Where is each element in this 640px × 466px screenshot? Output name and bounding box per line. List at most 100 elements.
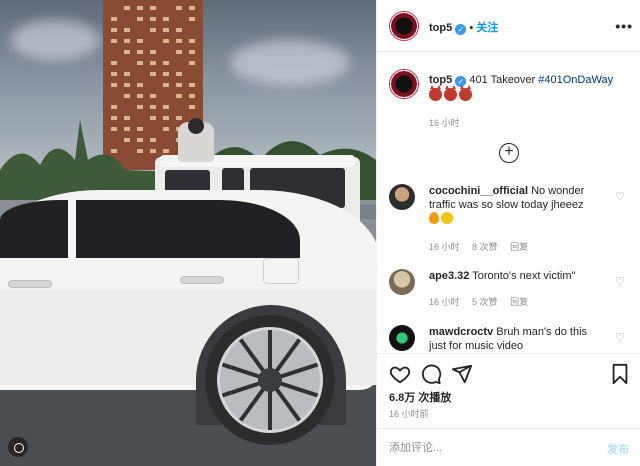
tower-window — [150, 105, 156, 109]
tower-window — [137, 61, 143, 65]
tower-window — [111, 28, 117, 32]
tower-window — [163, 39, 169, 43]
commenter-avatar[interactable] — [389, 325, 415, 351]
jeep-window — [165, 170, 210, 192]
tower-window — [137, 105, 143, 109]
tower-window — [124, 72, 130, 76]
post-header: top5 ✓ • 关注 ••• — [377, 0, 640, 52]
tower-window — [137, 94, 143, 98]
comment-like-heart-icon[interactable]: ♡ — [615, 192, 625, 203]
author-username[interactable]: top5 — [429, 22, 452, 34]
cloud — [10, 20, 100, 60]
comment-meta: 16 小时 5 次赞 回复 — [429, 295, 538, 308]
comment-reply-button[interactable]: 回复 — [510, 297, 528, 307]
comment-username[interactable]: mawdcroctv — [429, 326, 493, 338]
sedan-windows — [0, 200, 300, 258]
comment-username[interactable]: cocochini__official — [429, 185, 528, 197]
tower-window — [150, 17, 156, 21]
fire-emoji-icon — [429, 212, 439, 224]
tower-window — [189, 105, 195, 109]
author-avatar[interactable] — [389, 11, 419, 41]
comment-icon[interactable] — [420, 363, 442, 385]
paper-plane-icon[interactable] — [451, 363, 473, 385]
devil-emoji-icon — [459, 85, 472, 101]
tower-window — [176, 72, 182, 76]
comment-like-heart-icon[interactable]: ♡ — [615, 277, 625, 288]
comment-time: 16 小时 — [429, 242, 460, 252]
tower-window — [176, 83, 182, 87]
tower-window — [111, 83, 117, 87]
caption-avatar[interactable] — [389, 69, 419, 99]
comment-reply-button[interactable]: 回复 — [510, 242, 528, 252]
tower-window — [124, 6, 130, 10]
tower-window — [150, 50, 156, 54]
more-options-icon[interactable]: ••• — [615, 18, 633, 34]
comment-meta: 16 小时 8 次赞 回复 — [429, 240, 538, 253]
tower-window — [189, 39, 195, 43]
tower-window — [176, 50, 182, 54]
comment-item: cocochini__official No wonder traffic wa… — [389, 184, 629, 254]
view-count[interactable]: 6.8万 次播放 — [389, 389, 451, 405]
tower-window — [150, 61, 156, 65]
tower-window — [189, 61, 195, 65]
person-head — [188, 118, 204, 134]
tower-window — [150, 94, 156, 98]
comment-item: mawdcroctv Bruh man's do this just for m… — [389, 325, 629, 353]
comment-body: ape3.32 Toronto's next victim" — [429, 269, 607, 283]
tower-window — [150, 6, 156, 10]
tower-window — [150, 28, 156, 32]
tower-window — [137, 50, 143, 54]
tower-window — [189, 6, 195, 10]
comment-input[interactable] — [389, 441, 579, 455]
comment-username[interactable]: ape3.32 — [429, 270, 469, 282]
caption-hashtag[interactable]: #401OnDaWay — [538, 74, 613, 86]
sedan-pillar — [68, 200, 76, 258]
tower-window — [124, 94, 130, 98]
tower-window — [163, 83, 169, 87]
comments-feed[interactable]: top5 ✓ 401 Takeover #401OnDaWay 16 小时 + … — [377, 53, 640, 353]
comment-like-count[interactable]: 8 次赞 — [472, 242, 498, 252]
laughing-emoji-icon — [441, 212, 453, 224]
devil-emoji-icon — [444, 85, 457, 101]
tower-window — [124, 39, 130, 43]
separator-dot: • — [469, 22, 474, 34]
commenter-avatar[interactable] — [389, 184, 415, 210]
comment-like-count[interactable]: 5 次赞 — [472, 297, 498, 307]
follow-button[interactable]: 关注 — [476, 22, 498, 34]
add-comment-bar: 发布 — [377, 428, 640, 466]
user-tag-icon[interactable] — [8, 437, 28, 457]
post-side-panel: top5 ✓ • 关注 ••• top5 ✓ 401 Takeover #401… — [376, 0, 640, 466]
tower-window — [124, 50, 130, 54]
tower-window — [111, 17, 117, 21]
tower-window — [111, 61, 117, 65]
caption-text: 401 Takeover — [469, 74, 536, 86]
load-more-comments-icon[interactable]: + — [499, 143, 519, 163]
tower-window — [189, 94, 195, 98]
post-timestamp[interactable]: 16 小时前 — [389, 407, 429, 420]
tower-window — [111, 39, 117, 43]
caption-text-block: top5 ✓ 401 Takeover #401OnDaWay 16 小时 — [429, 73, 629, 131]
commenter-avatar[interactable] — [389, 269, 415, 295]
tower-window — [163, 72, 169, 76]
caption-time: 16 小时 — [429, 118, 460, 128]
post-video[interactable] — [0, 0, 376, 466]
tower-window — [137, 6, 143, 10]
bookmark-icon[interactable] — [609, 363, 631, 385]
wheel-hub — [258, 368, 282, 392]
heart-icon[interactable] — [389, 363, 411, 385]
tower-window — [163, 105, 169, 109]
comment-like-heart-icon[interactable]: ♡ — [615, 333, 625, 344]
tower-window — [124, 83, 130, 87]
fuel-door — [263, 258, 299, 284]
tower-window — [176, 6, 182, 10]
comment-text: Toronto's next victim" — [472, 270, 576, 282]
tower-window — [163, 17, 169, 21]
comment-time: 16 小时 — [429, 297, 460, 307]
post-comment-button[interactable]: 发布 — [607, 441, 629, 457]
tower-window — [124, 28, 130, 32]
tower-window — [163, 61, 169, 65]
comment-body: cocochini__official No wonder traffic wa… — [429, 184, 607, 226]
tower-window — [150, 72, 156, 76]
comment-body: mawdcroctv Bruh man's do this just for m… — [429, 325, 607, 353]
tower-window — [111, 72, 117, 76]
